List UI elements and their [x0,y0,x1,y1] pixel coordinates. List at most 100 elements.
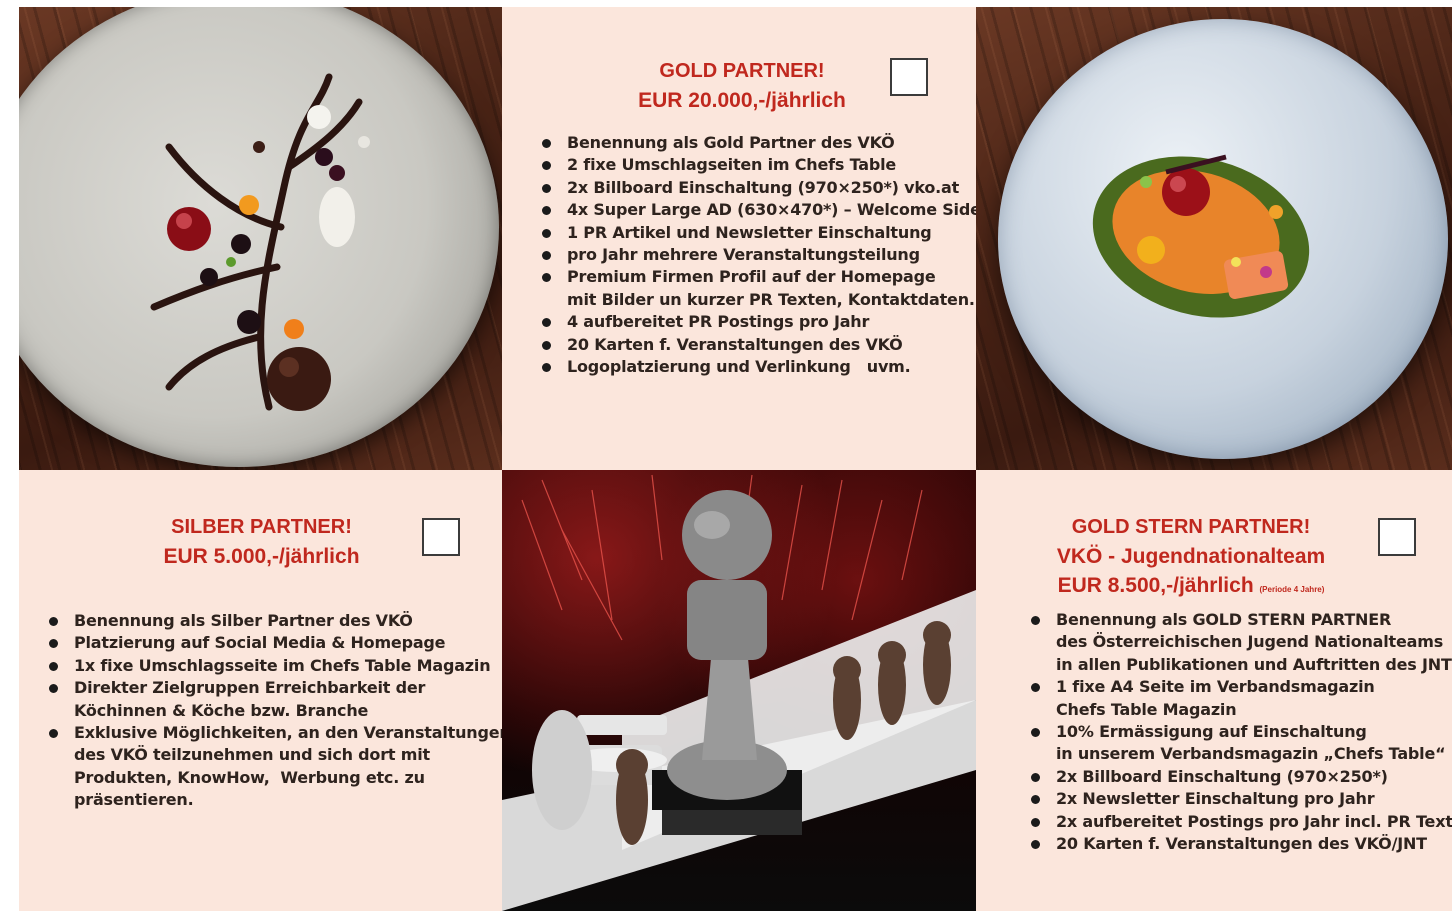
benefit-text: 2x Billboard Einschaltung (970×250*) vko… [567,177,960,197]
bullet-dot [542,206,551,216]
benefit-item: pro Jahr mehrere Veranstaltungsteilung [540,244,976,266]
dish-photo [976,7,1452,470]
gold-stern-partner-heading: GOLD STERN PARTNER! VKÖ - Jugendnational… [1031,513,1351,604]
benefit-text: Produkten, KnowHow, Werbung etc. zu [74,767,425,787]
benefit-text: 10% Ermässigung auf Einschaltung [1056,722,1367,742]
bullet-dot [49,729,58,739]
silber-partner-heading: SILBER PARTNER! EUR 5.000,-/jährlich [119,513,404,571]
benefit-text: Köchinnen & Köche bzw. Branche [74,700,369,720]
benefit-item: 2x Billboard Einschaltung (970×250*) vko… [540,177,976,199]
benefit-text: Direkter Zielgruppen Erreichbarkeit der [74,678,426,698]
silber-partner-price: EUR 5.000,-/jährlich [163,545,360,568]
bullet-dot [1031,817,1040,827]
benefit-item: 2 fixe Umschlagseiten im Chefs Table [540,154,976,176]
benefit-text: Chefs Table Magazin [1056,699,1237,719]
benefit-text: 20 Karten f. Veranstaltungen des VKÖ [567,334,903,354]
benefit-text: 2x Newsletter Einschaltung pro Jahr [1056,789,1375,809]
benefit-text: Logoplatzierung und Verlinkung uvm. [567,357,911,377]
gold-partner-heading: GOLD PARTNER! EUR 20.000,-/jährlich [602,57,882,115]
gold-stern-partner-price-note: (Periode 4 Jahre) [1259,585,1325,594]
benefit-item: Benennung als Gold Partner des VKÖ [540,132,976,154]
gold-stern-partner-benefits-list: Benennung als GOLD STERN PARTNER des Öste… [1029,609,1452,855]
benefit-item: 1x fixe Umschlagsseite im Chefs Table Ma… [47,655,502,677]
bullet-dot [1031,616,1040,625]
trophy-illustration [502,474,976,911]
bullet-dot [542,228,551,238]
benefit-text: in unserem Verbandsmagazin „Chefs Table“ [1056,744,1446,764]
benefit-item: 2x aufbereitet Postings pro Jahr incl. P… [1029,811,1452,833]
benefit-text: Benennung als Silber Partner des VKÖ [74,611,413,630]
bullet-dot [1031,840,1040,850]
silber-partner-checkbox[interactable] [422,518,460,556]
bullet-dot [1031,728,1040,738]
benefit-text: 1 fixe A4 Seite im Verbandsmagazin [1056,677,1375,697]
benefit-text: Benennung als GOLD STERN PARTNER [1056,610,1392,629]
benefit-text: 20 Karten f. Veranstaltungen des VKÖ/JNT [1056,834,1427,854]
benefit-text: des Österreichischen Jugend Nationalteam… [1056,632,1444,652]
benefit-item: Direkter Zielgruppen Erreichbarkeit der K… [47,677,502,722]
bullet-dot [49,684,58,694]
gold-stern-partner-price: EUR 8.500,-/jährlich [1057,574,1254,597]
gold-stern-partner-subtitle: VKÖ - Jugendnationalteam [1056,545,1326,568]
benefit-item: 20 Karten f. Veranstaltungen des VKÖ/JNT [1029,833,1452,855]
bullet-dot [1031,795,1040,805]
benefit-text: Exklusive Möglichkeiten, an den Veransta… [74,723,502,743]
benefit-text: 2x aufbereitet Postings pro Jahr incl. P… [1056,811,1452,831]
benefit-item: Premium Firmen Profil auf der Homepage mi… [540,266,976,311]
benefit-text: 4x Super Large AD (630×470*) – Welcome S… [567,200,976,220]
dessert-photo [19,7,502,470]
gold-partner-title: GOLD PARTNER! [659,60,825,82]
benefit-text: 2 fixe Umschlagseiten im Chefs Table [567,155,897,175]
benefit-item: Benennung als Silber Partner des VKÖ [47,610,502,632]
benefit-item: 20 Karten f. Veranstaltungen des VKÖ [540,334,976,356]
bullet-dot [49,661,58,671]
bullet-dot [542,363,551,373]
silber-partner-benefits-list: Benennung als Silber Partner des VKÖ Plat… [47,610,502,812]
benefit-item: 10% Ermässigung auf Einschaltung in unser… [1029,721,1452,766]
bullet-dot [542,183,551,193]
gold-stern-partner-checkbox[interactable] [1378,518,1416,556]
benefit-text: mit Bilder un kurzer PR Texten, Kontaktd… [567,289,975,309]
benefit-item: Logoplatzierung und Verlinkung uvm. [540,356,976,378]
bullet-dot [49,639,58,649]
benefit-text: 4 aufbereitet PR Postings pro Jahr [567,312,870,332]
silber-partner-title: SILBER PARTNER! [171,516,352,538]
benefit-item: Exklusive Möglichkeiten, an den Veransta… [47,722,502,812]
benefit-item: 4 aufbereitet PR Postings pro Jahr [540,311,976,333]
benefit-text: in allen Publikationen und Auftritten de… [1056,654,1452,674]
benefit-item: 2x Newsletter Einschaltung pro Jahr [1029,788,1452,810]
bullet-dot [542,139,551,148]
gold-partner-checkbox[interactable] [890,58,928,96]
bullet-dot [542,161,551,171]
benefit-text: 1 PR Artikel und Newsletter Einschaltung [567,222,932,242]
gold-partner-panel: GOLD PARTNER! EUR 20.000,-/jährlich Bene… [502,7,976,470]
dish-plating-illustration [1092,154,1310,318]
benefit-text: Platzierung auf Social Media & Homepage [74,633,446,653]
benefit-item: 1 PR Artikel und Newsletter Einschaltung [540,222,976,244]
benefit-text: Premium Firmen Profil auf der Homepage [567,267,936,287]
bullet-dot [542,251,551,261]
benefit-item: Benennung als GOLD STERN PARTNER des Öste… [1029,609,1452,676]
bullet-dot [49,617,58,626]
gold-partner-benefits-list: Benennung als Gold Partner des VKÖ 2 fixe… [540,132,976,378]
gold-stern-partner-title: GOLD STERN PARTNER! [1071,516,1311,538]
benefit-item: Platzierung auf Social Media & Homepage [47,632,502,654]
benefit-text: pro Jahr mehrere Veranstaltungsteilung [567,245,920,265]
benefit-text: 1x fixe Umschlagsseite im Chefs Table Ma… [74,655,491,675]
benefit-text: präsentieren. [74,790,194,810]
bullet-dot [542,340,551,350]
benefit-item: 4x Super Large AD (630×470*) – Welcome S… [540,199,976,221]
gold-stern-partner-price-line: EUR 8.500,-/jährlich (Periode 4 Jahre) [1031,571,1351,604]
silber-partner-panel: SILBER PARTNER! EUR 5.000,-/jährlich Ben… [19,470,502,911]
benefit-text: Benennung als Gold Partner des VKÖ [567,133,895,152]
bullet-dot [542,273,551,283]
bullet-dot [542,318,551,328]
gold-stern-partner-panel: GOLD STERN PARTNER! VKÖ - Jugendnational… [976,470,1452,911]
dessert-plating-illustration [150,73,370,411]
benefit-text: 2x Billboard Einschaltung (970×250*) [1056,766,1388,786]
bullet-dot [1031,683,1040,693]
bullet-dot [1031,772,1040,782]
benefit-text: des VKÖ teilzunehmen und sich dort mit [74,745,430,765]
benefit-item: 2x Billboard Einschaltung (970×250*) [1029,766,1452,788]
benefit-item: 1 fixe A4 Seite im Verbandsmagazin Chefs … [1029,676,1452,721]
